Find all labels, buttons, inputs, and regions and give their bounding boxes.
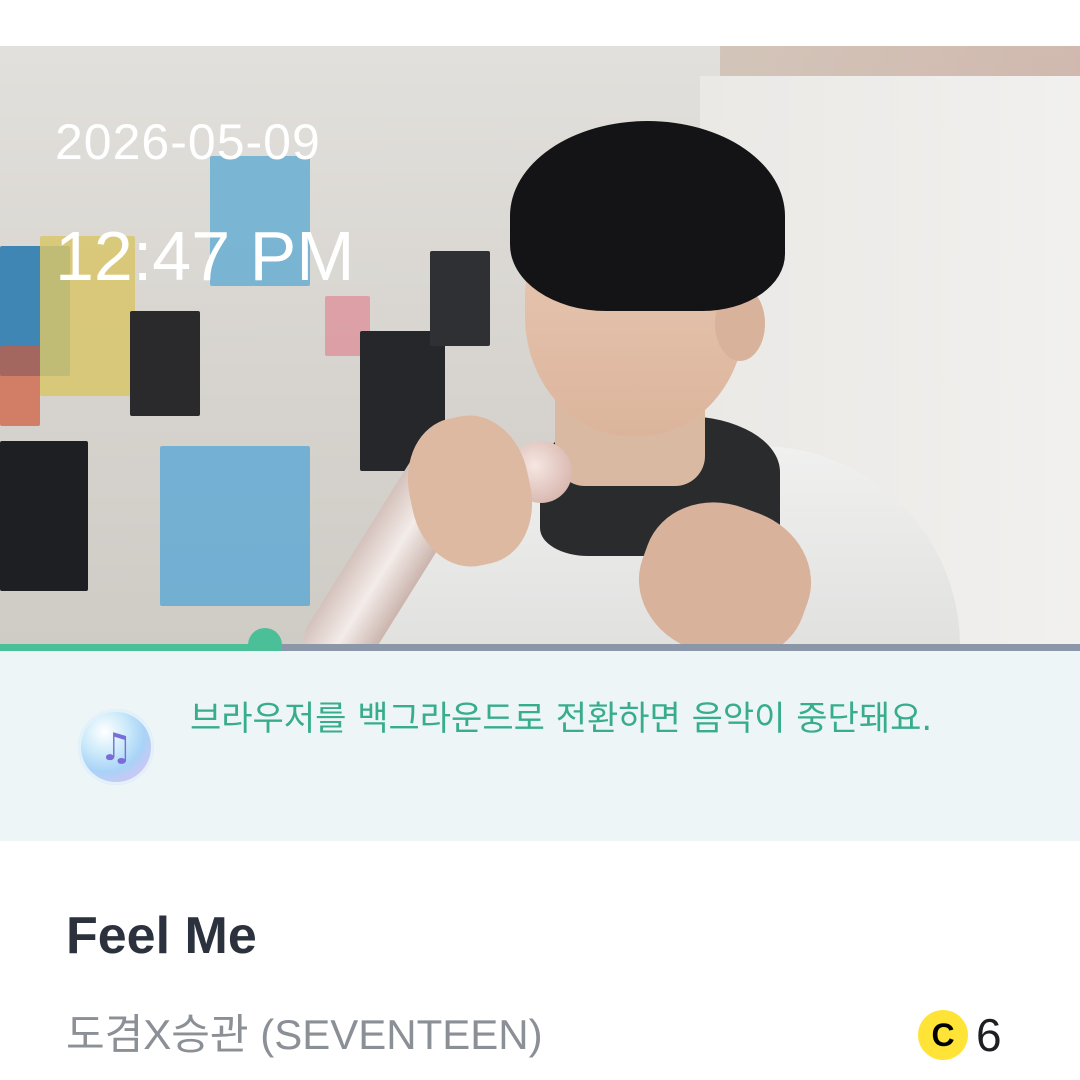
music-note-icon: ♫: [78, 709, 154, 785]
wall-poster: [160, 446, 310, 606]
song-title: Feel Me: [66, 907, 257, 965]
wall-poster: [130, 311, 200, 416]
music-video-frame[interactable]: 2026-05-09 12:47 PM: [0, 46, 1080, 646]
artist-name[interactable]: 도겸X승관 (SEVENTEEN): [66, 1005, 543, 1065]
datetime-overlay: 2026-05-09 12:47 PM: [55, 112, 355, 296]
wall-poster: [0, 441, 88, 591]
notice-text: 브라우저를 백그라운드로 전환하면 음악이 중단돼요.: [190, 699, 933, 739]
playback-progress-fill: [0, 644, 265, 651]
wall-poster: [0, 346, 40, 426]
top-bar: [0, 0, 1080, 46]
playback-progress-bar[interactable]: [0, 644, 1080, 651]
singer-hair: [510, 121, 785, 311]
credit-badge[interactable]: C 6: [918, 1008, 1002, 1062]
background-playback-notice: ♫ 브라우저를 백그라운드로 전환하면 음악이 중단돼요.: [0, 651, 1080, 841]
time-label: 12:47 PM: [55, 217, 355, 295]
date-label: 2026-05-09: [55, 114, 321, 170]
singer-figure: [292, 116, 960, 646]
credit-coin-icon: C: [918, 1010, 968, 1060]
credit-count: 6: [976, 1009, 1002, 1061]
